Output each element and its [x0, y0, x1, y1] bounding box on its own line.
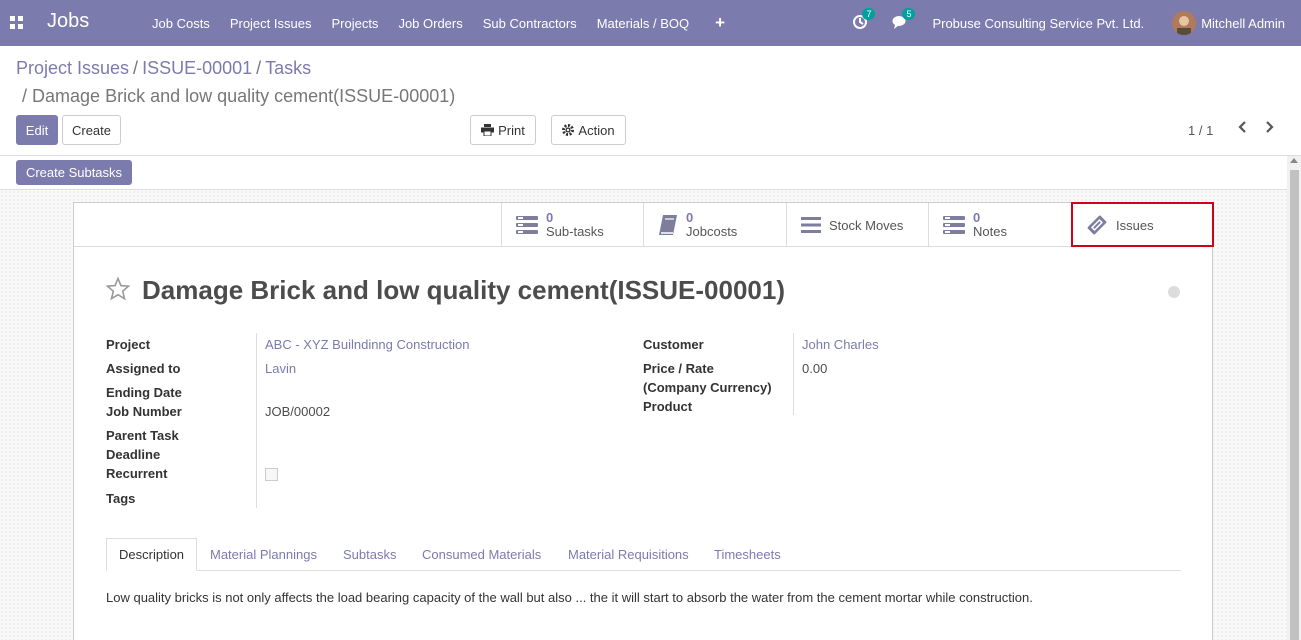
messages-count-badge: 5	[902, 8, 916, 20]
breadcrumb-issue[interactable]: ISSUE-00001	[142, 58, 252, 78]
create-button[interactable]: Create	[62, 115, 121, 145]
print-label: Print	[498, 122, 525, 138]
stock-moves-smart-button[interactable]: Stock Moves	[786, 203, 929, 247]
customer-field[interactable]: John Charles	[802, 337, 879, 352]
pager-next-icon[interactable]	[1265, 120, 1275, 134]
ending-date-label: Ending Date	[106, 385, 182, 400]
edit-button[interactable]: Edit	[16, 115, 58, 145]
left-group-divider	[256, 333, 257, 508]
assigned-to-field[interactable]: Lavin	[265, 361, 296, 376]
subtasks-label: Sub-tasks	[546, 224, 604, 239]
print-button[interactable]: Print	[470, 115, 536, 145]
company-switcher[interactable]: Probuse Consulting Service Pvt. Ltd.	[932, 16, 1144, 31]
tab-material-plannings[interactable]: Material Plannings	[198, 538, 329, 571]
recurrent-checkbox[interactable]	[265, 468, 278, 481]
user-menu[interactable]: Mitchell Admin	[1201, 16, 1285, 31]
jobcosts-count: 0	[686, 210, 694, 225]
list-bars-icon	[801, 217, 821, 233]
tab-description[interactable]: Description	[106, 538, 198, 571]
deadline-label: Deadline	[106, 447, 161, 462]
jobcosts-label: Jobcosts	[686, 224, 738, 239]
menu-job-orders[interactable]: Job Orders	[388, 16, 472, 31]
systray: 7 5 Probuse Consulting Service Pvt. Ltd.…	[852, 0, 1301, 46]
issues-highlight-box	[1071, 202, 1214, 247]
subtasks-icon	[516, 216, 538, 234]
stock-moves-label: Stock Moves	[829, 217, 904, 233]
form-sheet: 0 Sub-tasks 0 Jobcosts Stock Moves 0 Not…	[73, 202, 1214, 640]
project-label: Project	[106, 337, 151, 352]
main-menu: Job Costs Project Issues Projects Job Or…	[142, 0, 741, 46]
create-subtasks-button[interactable]: Create Subtasks	[16, 160, 132, 185]
job-number-label: Job Number	[106, 404, 182, 419]
tags-label: Tags	[106, 491, 136, 506]
tab-timesheets[interactable]: Timesheets	[702, 538, 793, 571]
pager-value[interactable]: 1 / 1	[1188, 123, 1213, 138]
tab-material-requisitions[interactable]: Material Requisitions	[556, 538, 701, 571]
price-rate-label: Price / Rate	[643, 361, 714, 376]
apps-menu-icon[interactable]	[10, 16, 23, 29]
gear-icon	[562, 124, 575, 136]
customer-label: Customer	[643, 337, 704, 352]
notes-label: Notes	[973, 224, 1007, 239]
smart-button-box: 0 Sub-tasks 0 Jobcosts Stock Moves 0 Not…	[74, 202, 1214, 247]
subtasks-smart-button[interactable]: 0 Sub-tasks	[501, 203, 644, 247]
scroll-up-icon[interactable]	[1290, 158, 1298, 163]
menu-materials-boq[interactable]: Materials / BOQ	[587, 16, 699, 31]
notes-smart-button[interactable]: 0 Notes	[928, 203, 1071, 247]
company-currency-label: (Company Currency)	[643, 380, 772, 395]
breadcrumb-current: / Damage Brick and low quality cement(IS…	[22, 86, 456, 106]
app-name[interactable]: Jobs	[47, 10, 89, 33]
menu-sub-contractors[interactable]: Sub Contractors	[473, 16, 587, 31]
breadcrumb-tasks[interactable]: Tasks	[265, 58, 311, 78]
menu-job-costs[interactable]: Job Costs	[142, 16, 220, 31]
subtasks-count: 0	[546, 210, 554, 225]
user-avatar[interactable]	[1172, 11, 1197, 35]
menu-project-issues[interactable]: Project Issues	[220, 16, 322, 31]
action-label: Action	[578, 122, 615, 138]
product-label: Product	[643, 399, 693, 414]
scrollbar-thumb[interactable]	[1290, 170, 1299, 640]
description-text[interactable]: Low quality bricks is not only affects t…	[106, 590, 1033, 605]
star-icon[interactable]	[106, 277, 130, 301]
top-navbar: Jobs Job Costs Project Issues Projects J…	[0, 0, 1301, 46]
tab-consumed-materials[interactable]: Consumed Materials	[410, 538, 553, 571]
right-group-divider	[793, 333, 794, 415]
messages-icon[interactable]: 5	[892, 8, 916, 32]
activity-icon[interactable]: 7	[852, 8, 876, 32]
activity-count-badge: 7	[862, 8, 876, 20]
kanban-state-indicator[interactable]	[1168, 286, 1180, 298]
notebook-tabs: Description Material Plannings Subtasks …	[106, 538, 1181, 571]
printer-icon	[481, 124, 495, 136]
job-number-field[interactable]: JOB/00002	[265, 404, 330, 419]
tab-subtasks[interactable]: Subtasks	[331, 538, 408, 571]
breadcrumb: Project Issues / ISSUE-00001/Tasks	[16, 58, 312, 78]
recurrent-label: Recurrent	[106, 466, 168, 481]
form-statusbar: Create Subtasks	[0, 156, 1287, 190]
vertical-scrollbar[interactable]	[1287, 156, 1301, 640]
notes-count: 0	[973, 210, 981, 225]
price-rate-field[interactable]: 0.00	[802, 361, 827, 376]
breadcrumb-project-issues[interactable]: Project Issues	[16, 58, 129, 78]
project-field[interactable]: ABC - XYZ Builndinng Construction	[265, 337, 469, 352]
jobcosts-smart-button[interactable]: 0 Jobcosts	[643, 203, 786, 247]
book-icon	[659, 215, 677, 235]
parent-task-label: Parent Task	[106, 428, 179, 443]
record-title[interactable]: Damage Brick and low quality cement(ISSU…	[142, 275, 785, 306]
action-button[interactable]: Action	[551, 115, 626, 145]
breadcrumb-current-title: Damage Brick and low quality cement(ISSU…	[32, 86, 456, 106]
assigned-to-label: Assigned to	[106, 361, 181, 376]
menu-projects[interactable]: Projects	[321, 16, 388, 31]
pager-previous-icon[interactable]	[1237, 120, 1247, 134]
menu-plus-icon[interactable]: +	[699, 13, 741, 33]
notes-icon	[943, 216, 965, 234]
